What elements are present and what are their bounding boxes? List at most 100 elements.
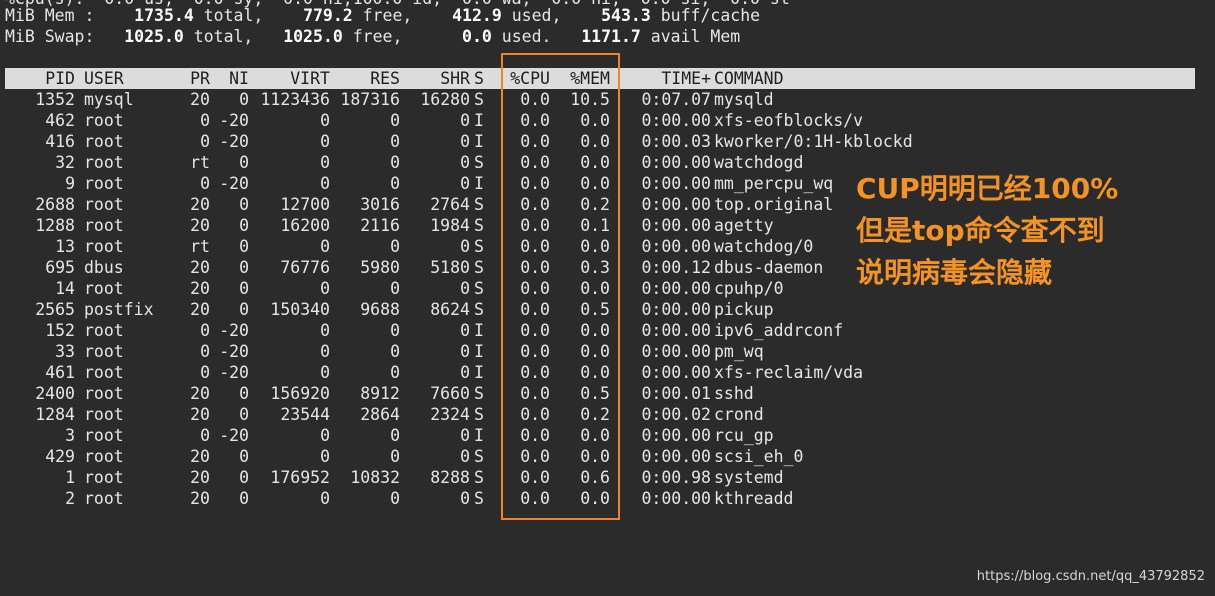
process-state: I [474,342,484,361]
process-nice: 0 [239,279,249,298]
process-priority: 20 [190,384,210,403]
process-res: 0 [390,447,400,466]
mem-buff-value: 543.3 [601,6,651,25]
process-nice: 0 [239,405,249,424]
process-pid: 2688 [35,195,75,214]
process-pid: 2 [65,489,75,508]
swap-total-value: 1025.0 [124,27,184,46]
process-virt: 0 [320,132,330,151]
process-nice: 0 [239,195,249,214]
process-virt: 0 [320,426,330,445]
process-shr: 16280 [420,90,470,109]
process-res: 0 [390,426,400,445]
process-time: 0:00.03 [641,132,711,151]
header-ni[interactable]: NI [215,68,249,89]
process-nice: 0 [239,90,249,109]
process-priority: 20 [190,405,210,424]
process-user: root [84,447,124,466]
header-shr[interactable]: SHR [405,68,470,89]
process-shr: 8288 [430,468,470,487]
process-time: 0:00.00 [641,321,711,340]
process-priority: 20 [190,489,210,508]
process-nice: -20 [219,363,249,382]
header-state[interactable]: S [474,68,488,89]
process-time: 0:00.02 [641,405,711,424]
process-virt: 0 [320,237,330,256]
process-shr: 0 [460,153,470,172]
process-priority: rt [190,237,210,256]
header-command[interactable]: COMMAND [714,68,1014,89]
process-priority: 20 [190,216,210,235]
process-shr: 0 [460,447,470,466]
process-pid: 14 [55,279,75,298]
annotation-line-3: 说明病毒会隐藏 [856,256,1053,289]
mem-total-label: total, [203,6,264,25]
header-pr[interactable]: PR [175,68,210,89]
process-pid: 461 [45,363,75,382]
process-pid: 32 [55,153,75,172]
annotation-note: CUP明明已经100% 但是top命令查不到 说明病毒会隐藏 [856,168,1118,294]
process-time: 0:00.00 [641,300,711,319]
process-state: S [474,237,484,256]
process-user: root [84,321,124,340]
header-user[interactable]: USER [84,68,174,89]
process-user: root [84,216,124,235]
swap-total-label: total, [193,27,254,46]
process-user: postfix [84,300,154,319]
process-command: xfs-eofblocks/v [714,111,864,130]
process-virt: 76776 [280,258,330,277]
header-time[interactable]: TIME+ [631,68,711,89]
process-shr: 0 [460,279,470,298]
process-priority: 0 [200,342,210,361]
header-pid[interactable]: PID [5,68,75,89]
process-time: 0:00.12 [641,258,711,277]
process-time: 0:00.00 [641,153,711,172]
process-res: 0 [390,153,400,172]
process-time: 0:00.98 [641,468,711,487]
process-shr: 7660 [430,384,470,403]
process-virt: 0 [320,342,330,361]
process-user: root [84,468,124,487]
process-shr: 0 [460,237,470,256]
process-pid: 416 [45,132,75,151]
process-user: root [84,363,124,382]
process-nice: 0 [239,447,249,466]
swap-summary-line: MiB Swap: 1025.0 total, 1025.0 free, 0.0… [5,26,740,47]
process-res: 0 [390,237,400,256]
process-virt: 0 [320,111,330,130]
watermark: https://blog.csdn.net/qq_43792852 [976,569,1205,584]
process-shr: 0 [460,426,470,445]
process-nice: 0 [239,468,249,487]
process-command: xfs-reclaim/vda [714,363,864,382]
process-pid: 2565 [35,300,75,319]
process-user: mysql [84,90,134,109]
process-nice: 0 [239,300,249,319]
header-virt[interactable]: VIRT [255,68,330,89]
process-pid: 2400 [35,384,75,403]
process-state: I [474,363,484,382]
cpu-mem-highlight-box [501,53,620,520]
process-virt: 0 [320,279,330,298]
process-shr: 0 [460,174,470,193]
process-state: S [474,216,484,235]
process-command: sshd [714,384,754,403]
process-time: 0:00.00 [641,237,711,256]
process-res: 0 [390,279,400,298]
process-priority: 0 [200,363,210,382]
process-virt: 0 [320,489,330,508]
header-res[interactable]: RES [335,68,400,89]
mem-used-label: used, [511,6,562,25]
process-state: I [474,321,484,340]
process-nice: 0 [239,153,249,172]
process-priority: 0 [200,426,210,445]
process-nice: 0 [239,237,249,256]
process-shr: 8624 [430,300,470,319]
process-user: root [84,426,124,445]
process-command: pm_wq [714,342,764,361]
mem-used-value: 412.9 [452,6,502,25]
process-time: 0:00.00 [641,426,711,445]
terminal-window[interactable]: %Cpu(s): 0.0 us, 0.0 sy, 0.0 ni,100.0 id… [0,0,1215,596]
process-state: S [474,405,484,424]
process-virt: 23544 [280,405,330,424]
process-virt: 0 [320,321,330,340]
